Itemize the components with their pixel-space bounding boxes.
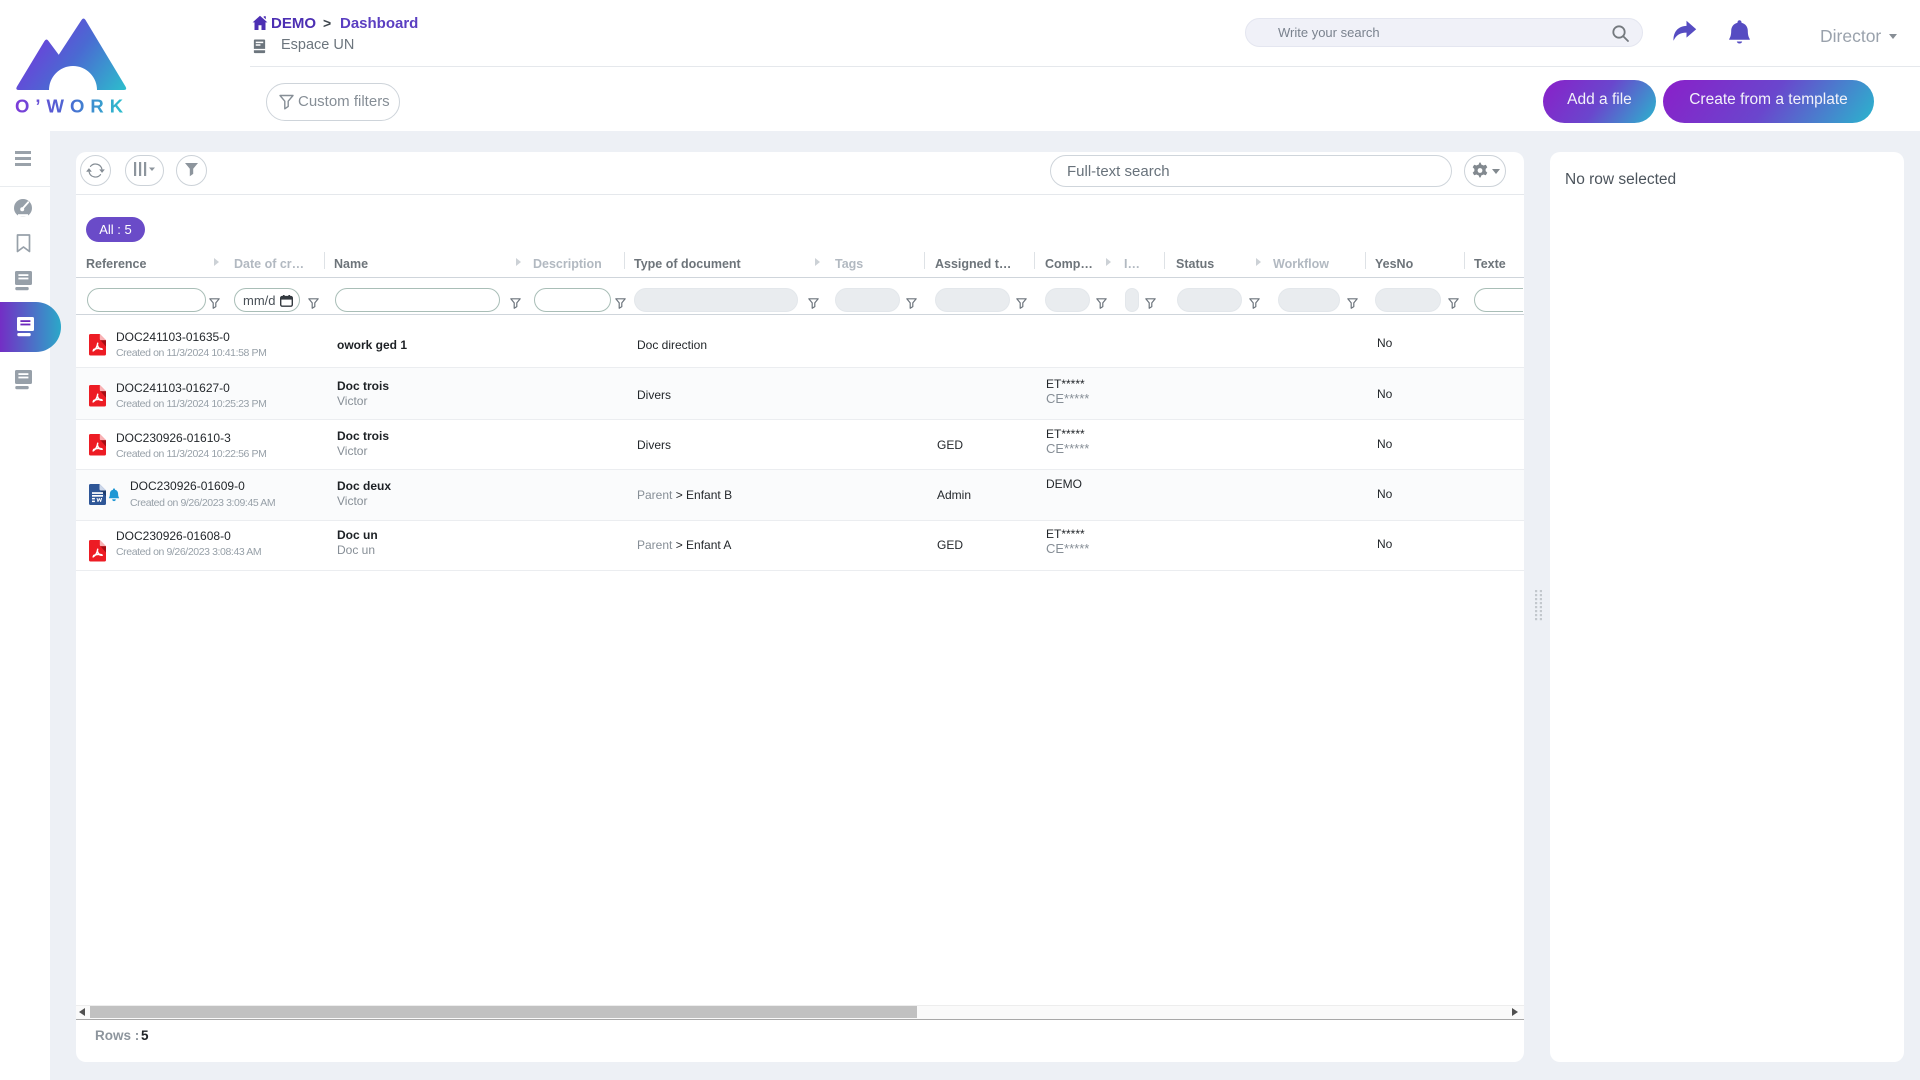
svg-text:O’WORK: O’WORK [15, 96, 129, 117]
